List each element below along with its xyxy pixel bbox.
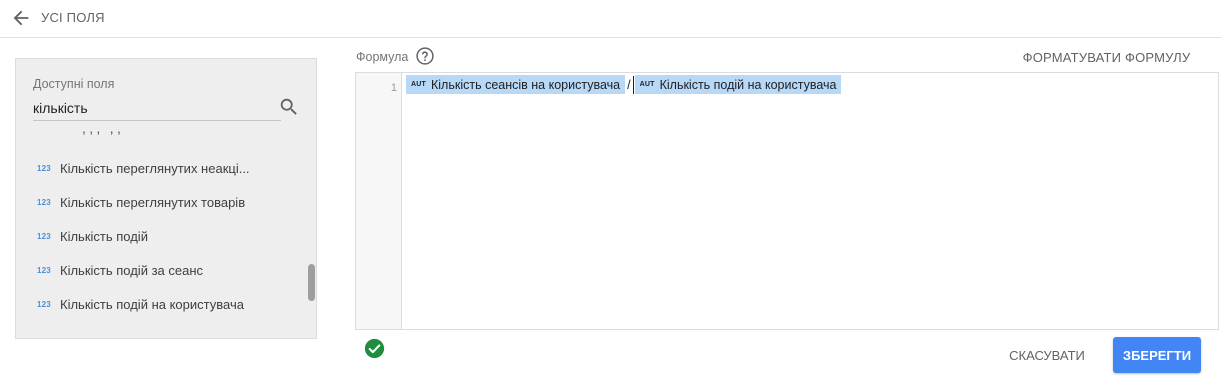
number-type-icon: 123: [37, 231, 51, 241]
editor-gutter: 1: [356, 73, 402, 329]
formula-operator: /: [627, 77, 631, 92]
text-cursor: [632, 75, 634, 94]
list-item[interactable]: 123 Кількість переглянутих неакці...: [16, 153, 306, 183]
page-title: УСІ ПОЛЯ: [41, 10, 105, 25]
field-label: Кількість подій на користувача: [60, 296, 244, 312]
save-button[interactable]: ЗБЕРЕГТИ: [1113, 337, 1201, 373]
list-scrollbar[interactable]: [308, 264, 315, 301]
number-type-icon: 123: [37, 299, 51, 309]
cancel-button[interactable]: СКАСУВАТИ: [998, 341, 1096, 369]
formula-editor[interactable]: 1 AUT Кількість сеансів на користувача /…: [355, 72, 1219, 330]
chip-label: Кількість подій на користувача: [659, 77, 837, 92]
chip-label: Кількість сеансів на користувача: [431, 77, 621, 92]
field-label: Кількість переглянутих товарів: [60, 194, 246, 210]
formula-field-chip[interactable]: AUT Кількість подій на користувача: [634, 75, 842, 94]
line-number: 1: [390, 82, 397, 94]
formula-code-line[interactable]: AUT Кількість сеансів на користувача / A…: [406, 75, 842, 94]
available-fields-label: Доступні поля: [33, 77, 115, 91]
available-fields-panel: Доступні поля ' , , , ' , , ' 123 Кількі…: [15, 58, 317, 339]
field-search-input[interactable]: [33, 95, 281, 121]
help-circle-icon[interactable]: [415, 46, 435, 66]
top-bar: УСІ ПОЛЯ: [0, 0, 1221, 38]
field-label: Кількість подій: [60, 228, 148, 244]
list-item[interactable]: 123 Кількість подій за сеанс: [16, 255, 306, 285]
number-type-icon: 123: [37, 265, 51, 275]
check-circle-icon: [364, 338, 385, 359]
arrow-back-icon[interactable]: [10, 7, 32, 29]
fields-list[interactable]: ' , , , ' , , ' 123 Кількість переглянут…: [16, 131, 306, 336]
list-item[interactable]: 123 Кількість подій на користувача: [16, 289, 306, 319]
list-item[interactable]: 123 Кількість подій: [16, 221, 306, 251]
search-icon[interactable]: [278, 96, 300, 118]
format-formula-button[interactable]: ФОРМАТУВАТИ ФОРМУЛУ: [1009, 42, 1204, 72]
field-type-icon: AUT: [639, 81, 655, 88]
formula-label: Формула: [356, 50, 409, 64]
field-label: Кількість подій за сеанс: [60, 262, 204, 278]
number-type-icon: 123: [37, 197, 51, 207]
clipped-list-item: ' , , , ' , , ': [76, 131, 127, 136]
formula-field-chip[interactable]: AUT Кількість сеансів на користувача: [406, 75, 626, 94]
list-item[interactable]: 123 Кількість переглянутих товарів: [16, 187, 306, 217]
field-type-icon: AUT: [411, 81, 426, 88]
number-type-icon: 123: [37, 163, 51, 173]
field-label: Кількість переглянутих неакці...: [60, 160, 250, 176]
